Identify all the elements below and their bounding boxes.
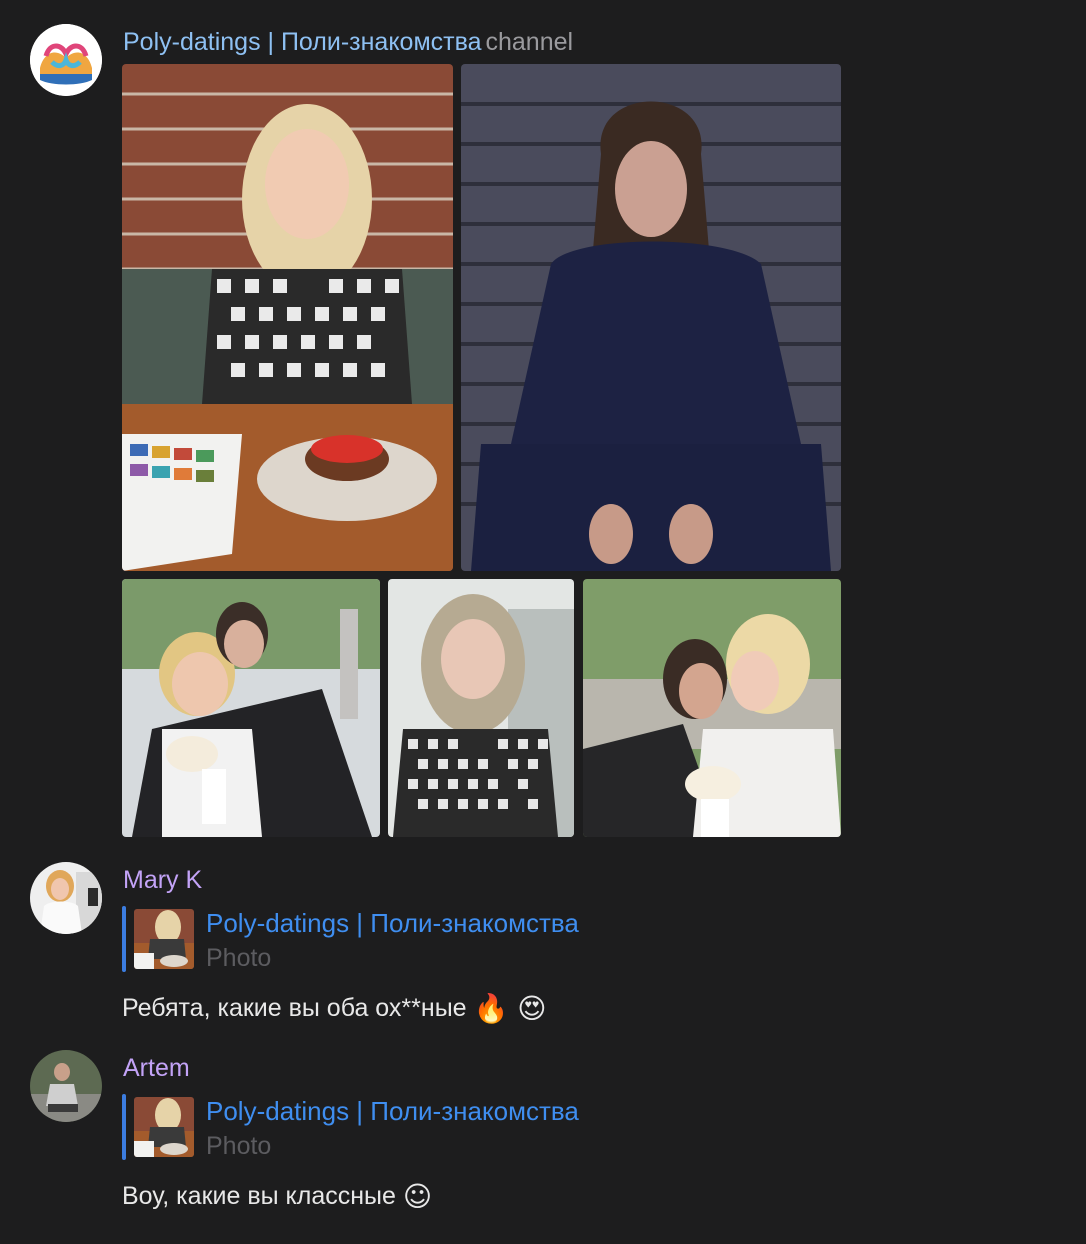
avatar[interactable] (30, 1050, 102, 1122)
channel-avatar[interactable] (30, 24, 102, 96)
message-text-container: Ребята, какие вы оба ох**ные 🔥 😍 (122, 992, 546, 1025)
message-text: Ребята, какие вы оба ох**ные (122, 994, 467, 1022)
fire-heart-eyes-emoji-icon: 🔥 😍 (473, 992, 547, 1025)
comment-message: Artem Poly-datings | Поли-знакомства Pho… (30, 1050, 1070, 1220)
channel-header: Poly-datings | Поли-знакомства channel (123, 28, 573, 57)
infinity-heart-logo-icon (30, 24, 102, 96)
reply-bar (122, 1094, 126, 1160)
message-text-container: Воу, какие вы классные ☺ (122, 1180, 432, 1213)
reply-subtitle: Photo (206, 1132, 272, 1160)
reply-preview[interactable]: Poly-datings | Поли-знакомства Photo (122, 906, 642, 972)
author-name[interactable]: Artem (123, 1054, 190, 1082)
reply-title: Poly-datings | Поли-знакомства (206, 908, 579, 938)
reply-thumbnail (134, 909, 194, 969)
smiling-face-emoji-icon: ☺ (402, 1180, 433, 1213)
comment-author[interactable]: Artem (123, 1054, 190, 1083)
message-text: Воу, какие вы классные (122, 1182, 396, 1210)
photo-woman-checkered-dress-cafe[interactable] (122, 64, 453, 571)
author-name[interactable]: Mary K (123, 866, 202, 894)
reply-bar (122, 906, 126, 972)
reply-title: Poly-datings | Поли-знакомства (206, 1096, 579, 1126)
photo-woman-portrait-wall[interactable] (388, 579, 574, 837)
comment-message: Mary K Poly-datings | Поли-знакомства Ph… (30, 862, 1070, 1032)
reply-subtitle: Photo (206, 944, 272, 972)
reply-preview[interactable]: Poly-datings | Поли-знакомства Photo (122, 1094, 642, 1160)
photo-man-long-hair-stairs[interactable] (461, 64, 841, 571)
avatar[interactable] (30, 862, 102, 934)
channel-label: channel (485, 28, 574, 56)
photo-couple-embrace-park[interactable] (583, 579, 841, 837)
channel-name[interactable]: Poly-datings | Поли-знакомства (123, 28, 482, 56)
photo-couple-with-flowers[interactable] (122, 579, 380, 837)
comment-author[interactable]: Mary K (123, 866, 202, 895)
channel-post: Poly-datings | Поли-знакомства channel (30, 24, 1070, 839)
reply-thumbnail (134, 1097, 194, 1157)
